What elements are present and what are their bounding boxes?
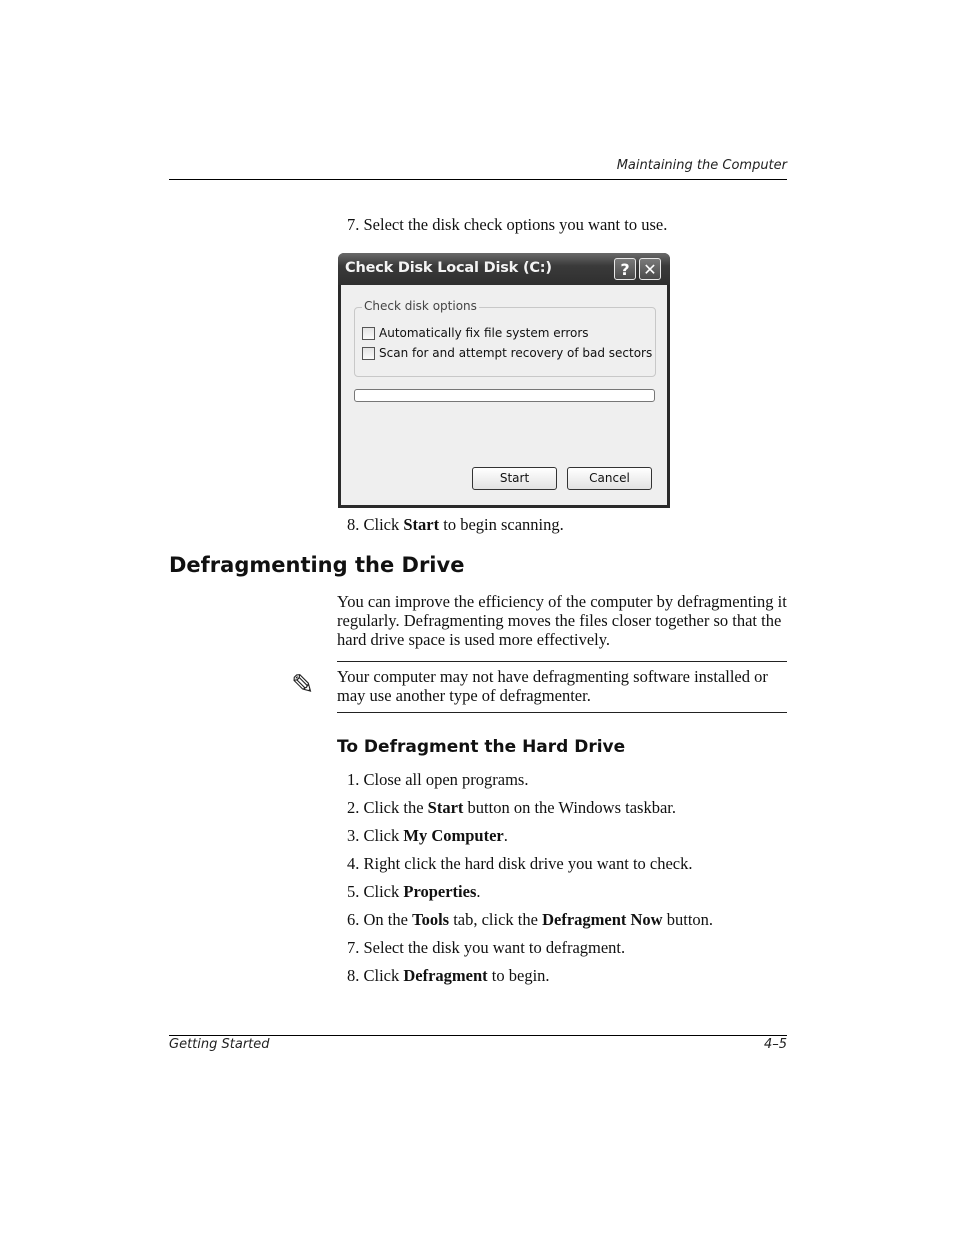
step-7-check: 7. Select the disk check options you wan… [347,215,667,235]
defrag-step: 1. Close all open programs. [347,770,528,790]
step-number: 6. [347,910,360,929]
note-text: Your computer may not have defragmenting… [337,667,768,705]
step-8-start: 8. Click Start to begin scanning. [347,515,564,535]
progress-bar [354,389,655,402]
step-text: Click [363,826,404,845]
step-text: Select the disk check options you want t… [363,215,668,234]
step-text: Click [363,515,404,534]
step-text: tab, click the [449,910,543,929]
check-disk-dialog: Check Disk Local Disk (C:) ? ✕ Check dis… [338,253,670,508]
step-number: 8. [347,515,360,534]
step-text: . [476,882,481,901]
footer-rule [169,1035,787,1036]
defrag-step: 5. Click Properties. [347,882,481,902]
footer-page-number: 4–5 [763,1037,787,1052]
step-text: . [503,826,508,845]
section-paragraph: You can improve the efficiency of the co… [337,592,787,649]
step-text: Click [363,882,404,901]
option-scan-bad-sectors[interactable]: Scan for and attempt recovery of bad sec… [362,345,652,361]
defrag-step: 7. Select the disk you want to defragmen… [347,938,625,958]
step-bold: Tools [412,910,450,929]
step-bold: Start [427,798,464,817]
close-icon[interactable]: ✕ [639,258,661,280]
note-rule-top [337,661,787,662]
defrag-step: 4. Right click the hard disk drive you w… [347,854,693,874]
defrag-step: 8. Click Defragment to begin. [347,966,550,986]
step-text: Click [363,966,404,985]
footer-book-title: Getting Started [169,1037,270,1052]
dialog-client-area: Check disk options Automatically fix fil… [341,285,667,505]
check-disk-options-group: Check disk options Automatically fix fil… [354,299,656,377]
defrag-step: 6. On the Tools tab, click the Defragmen… [347,910,713,930]
dialog-title: Check Disk Local Disk (C:) [345,260,552,276]
start-button[interactable]: Start [472,467,557,490]
section-heading: Defragmenting the Drive [169,553,465,577]
step-text: button on the Windows taskbar. [463,798,677,817]
step-text: Select the disk you want to defragment. [363,938,626,957]
subheading: To Defragment the Hard Drive [337,737,626,757]
help-icon[interactable]: ? [614,258,636,280]
header-rule [169,179,787,180]
option-fix-errors[interactable]: Automatically fix file system errors [362,325,589,341]
step-number: 8. [347,966,360,985]
step-text: Click the [363,798,428,817]
running-head: Maintaining the Computer [616,158,787,173]
defrag-step: 3. Click My Computer. [347,826,508,846]
checkbox-scan-bad-sectors[interactable] [362,346,375,360]
step-bold: Start [403,515,440,534]
step-text: to begin scanning. [439,515,564,534]
note-rule-bottom [337,712,787,713]
step-text: button. [662,910,714,929]
pencil-note-icon: ✎ [291,668,315,701]
dialog-titlebar[interactable]: Check Disk Local Disk (C:) ? ✕ [338,253,670,285]
group-label: Check disk options [362,299,479,313]
cancel-button[interactable]: Cancel [567,467,652,490]
defrag-step: 2. Click the Start button on the Windows… [347,798,676,818]
step-number: 1. [347,770,360,789]
step-number: 7. [347,215,360,234]
option-label: Automatically fix file system errors [379,326,589,340]
step-bold: Properties [403,882,477,901]
step-text: On the [363,910,413,929]
step-bold: My Computer [403,826,504,845]
step-text: to begin. [487,966,550,985]
step-text: Close all open programs. [363,770,529,789]
step-text: Right click the hard disk drive you want… [363,854,693,873]
step-number: 5. [347,882,360,901]
step-bold: Defragment Now [542,910,663,929]
step-number: 7. [347,938,360,957]
option-label: Scan for and attempt recovery of bad sec… [379,346,653,360]
step-number: 3. [347,826,360,845]
checkbox-fix-errors[interactable] [362,326,375,340]
step-number: 2. [347,798,360,817]
step-bold: Defragment [403,966,488,985]
step-number: 4. [347,854,360,873]
